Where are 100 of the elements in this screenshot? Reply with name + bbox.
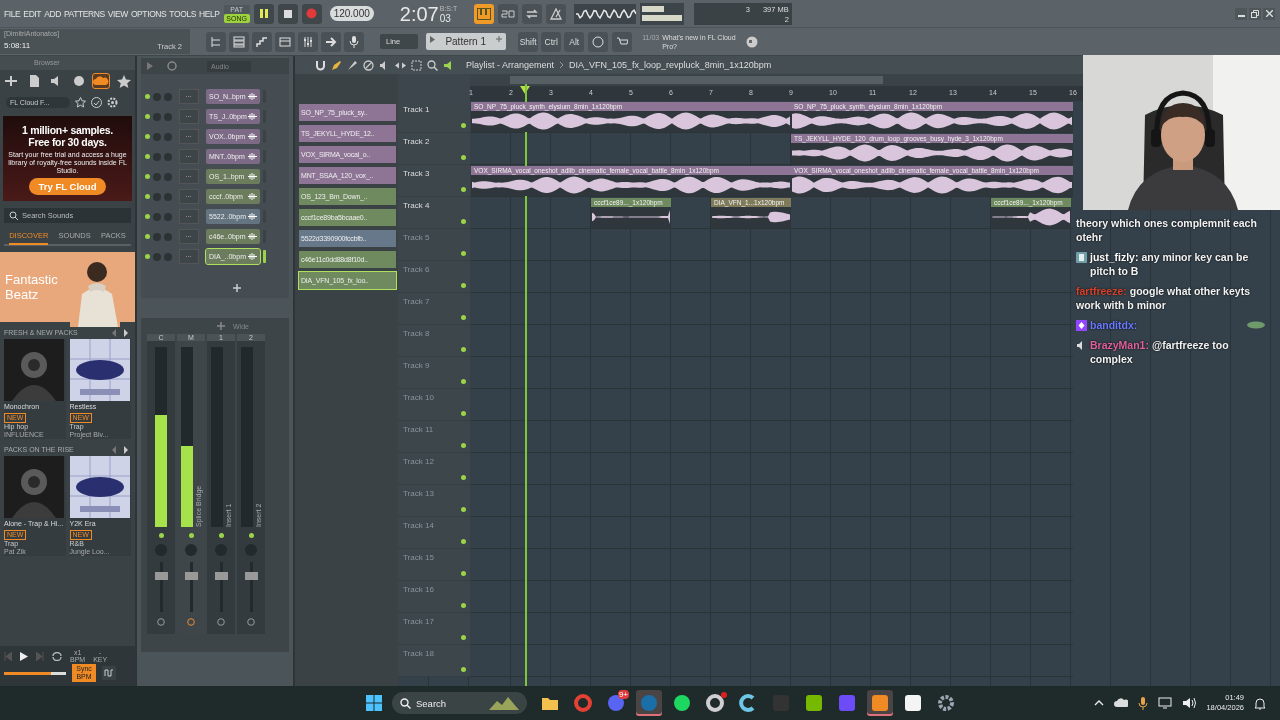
zoom-icon[interactable] [427,59,438,71]
tempo-field[interactable]: 120.000 [329,6,374,21]
keyboard-icon[interactable] [473,3,494,24]
track-led[interactable] [461,635,466,640]
microphone-icon[interactable] [1138,696,1149,710]
add-icon[interactable] [233,284,241,292]
menu-item[interactable]: EDIT [23,8,42,19]
track-name[interactable]: Track 4 [403,201,430,210]
cloud-icon[interactable] [1114,698,1129,708]
counter-icon[interactable] [497,3,518,24]
strip-led[interactable] [158,533,164,538]
track-led[interactable] [461,667,466,672]
track-name[interactable]: Track 6 [403,265,430,274]
volume-icon[interactable] [1182,697,1197,709]
cart-icon[interactable] [612,31,633,52]
next-icon[interactable] [121,444,131,455]
network-icon[interactable] [1158,697,1173,709]
track-name[interactable]: Track 2 [403,137,430,146]
channel-led[interactable] [145,94,150,99]
clock-icon[interactable] [157,618,165,626]
stop-button[interactable] [277,3,298,24]
overview-scrollbar[interactable] [470,74,1083,86]
menu-item[interactable]: FILE [4,8,21,19]
track-led[interactable] [461,411,466,416]
clock-icon[interactable] [247,618,255,626]
track-led[interactable] [461,507,466,512]
modifier-key-button[interactable]: Ctrl [541,31,562,52]
track-name[interactable]: Track 17 [403,617,434,626]
track-led[interactable] [461,443,466,448]
check-icon[interactable] [91,96,102,108]
channel-led[interactable] [145,254,150,259]
menu-item[interactable]: OPTIONS [130,8,167,19]
track-led[interactable] [461,379,466,384]
pattern-selector[interactable]: Pattern 1 [426,33,507,50]
track-name[interactable]: Track 16 [403,585,434,594]
mixer-track-field[interactable] [179,229,199,244]
mixer-track-field[interactable] [179,109,199,124]
clock-icon[interactable] [217,618,225,626]
track-led[interactable] [461,251,466,256]
loop-icon[interactable] [521,3,542,24]
mixer-track-field[interactable] [179,169,199,184]
channel-led[interactable] [145,234,150,239]
channel-led[interactable] [145,134,150,139]
bell-icon[interactable] [1254,696,1266,710]
start-icon[interactable] [366,695,382,711]
track-led[interactable] [461,283,466,288]
track-name[interactable]: Track 14 [403,521,434,530]
settings-icon[interactable] [107,96,118,108]
prohibited-icon[interactable] [363,59,374,71]
menu-item[interactable]: ADD [44,8,61,19]
track-name[interactable]: Track 1 [403,105,430,114]
volume-slider[interactable] [4,671,66,675]
track-name[interactable]: Track 8 [403,329,430,338]
microphone-icon[interactable] [344,31,364,52]
brush-icon[interactable] [347,59,358,71]
track-led[interactable] [461,155,466,160]
sliders-icon[interactable] [298,31,318,52]
mixer-track-field[interactable] [179,89,199,104]
clock-icon[interactable] [187,618,195,626]
track-name[interactable]: Track 15 [403,553,434,562]
play-icon[interactable] [20,651,28,661]
search-field[interactable]: Search [392,692,527,714]
track-led[interactable] [461,219,466,224]
arrow-icon[interactable] [430,36,436,43]
strip-led[interactable] [188,533,194,538]
waveform-icon[interactable] [102,666,116,680]
star-icon[interactable] [75,96,86,108]
star-icon[interactable] [115,74,132,88]
menu-item[interactable]: TOOLS [169,8,197,19]
repeat-icon[interactable] [52,651,62,661]
modifier-key-button[interactable]: Shift [518,31,539,52]
try-button[interactable]: Try FL Cloud [28,178,107,195]
tree-icon[interactable] [206,31,226,52]
track-name[interactable]: Track 13 [403,489,434,498]
select-icon[interactable] [411,59,422,71]
track-led[interactable] [461,315,466,320]
steps-icon[interactable] [252,31,272,52]
menu-item[interactable]: VIEW [107,8,128,19]
list-icon[interactable] [229,31,249,52]
track-name[interactable]: Track 3 [403,169,430,178]
track-led[interactable] [461,603,466,608]
plus-icon[interactable] [217,322,225,330]
channel-led[interactable] [145,114,150,119]
track-led[interactable] [461,347,466,352]
track-led[interactable] [461,123,466,128]
strip-led[interactable] [248,533,254,538]
track-name[interactable]: Track 10 [403,393,434,402]
mixer-track-field[interactable] [179,189,199,204]
track-name[interactable]: Track 12 [403,457,434,466]
track-name[interactable]: Track 18 [403,649,434,658]
track-name[interactable]: Track 5 [403,233,430,242]
magnet-icon[interactable] [315,59,326,71]
close-button[interactable] [1263,7,1275,20]
metronome-icon[interactable] [545,3,566,24]
current-pattern[interactable]: DIA_VFN_105_fx_loop_revpluck_8min_1x120bpm [569,60,772,70]
pencil-icon[interactable] [331,59,342,71]
channel-led[interactable] [145,214,150,219]
expand-icon[interactable] [147,62,153,70]
channel-led[interactable] [145,194,150,199]
track-led[interactable] [461,571,466,576]
